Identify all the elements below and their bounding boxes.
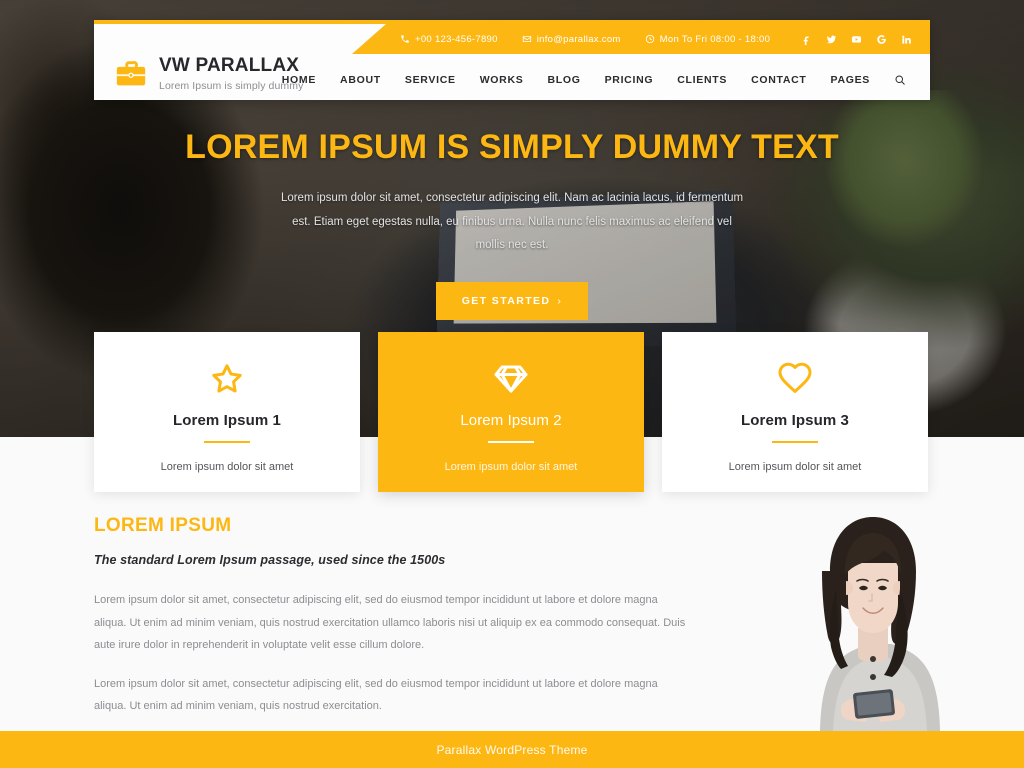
about-text-block: LOREM IPSUM The standard Lorem Ipsum pas… — [94, 515, 694, 718]
phone-info[interactable]: +00 123-456-7890 — [400, 34, 498, 45]
feature-card-description: Lorem ipsum dolor sit amet — [728, 461, 862, 473]
main-navigation: HOME ABOUT SERVICE WORKS BLOG PRICING CL… — [270, 68, 910, 92]
youtube-icon[interactable] — [851, 34, 862, 45]
facebook-icon[interactable] — [801, 34, 812, 45]
feature-card-1[interactable]: Lorem Ipsum 1 Lorem ipsum dolor sit amet — [94, 332, 360, 492]
feature-cards: Lorem Ipsum 1 Lorem ipsum dolor sit amet… — [94, 332, 930, 492]
about-paragraph-2: Lorem ipsum dolor sit amet, consectetur … — [94, 677, 658, 713]
star-icon — [94, 358, 360, 400]
nav-item-clients[interactable]: CLIENTS — [665, 68, 739, 92]
nav-item-works[interactable]: WORKS — [468, 68, 536, 92]
nav-item-about[interactable]: ABOUT — [328, 68, 393, 92]
hero-description: Lorem ipsum dolor sit amet, consectetur … — [280, 192, 744, 252]
briefcase-icon — [114, 57, 148, 91]
feature-card-description: Lorem ipsum dolor sit amet — [444, 461, 578, 473]
linkedin-icon[interactable] — [901, 34, 912, 45]
clock-icon — [645, 34, 655, 44]
feature-card-description: Lorem ipsum dolor sit amet — [160, 461, 294, 473]
phone-number: +00 123-456-7890 — [415, 33, 498, 45]
nav-item-blog[interactable]: BLOG — [535, 68, 592, 92]
feature-card-2[interactable]: Lorem Ipsum 2 Lorem ipsum dolor sit amet — [378, 332, 644, 492]
search-icon[interactable] — [882, 68, 910, 92]
about-heading: LOREM IPSUM — [94, 515, 232, 536]
envelope-icon — [522, 34, 532, 44]
feature-card-title: Lorem Ipsum 3 — [741, 412, 849, 429]
woman-with-phone-photo — [758, 493, 988, 731]
about-paragraph-1: Lorem ipsum dolor sit amet, consectetur … — [94, 594, 686, 652]
top-contact-bar: +00 123-456-7890 info@parallax.com Mon T… — [352, 24, 930, 54]
feature-card-title: Lorem Ipsum 1 — [173, 412, 281, 429]
feature-card-title: Lorem Ipsum 2 — [460, 412, 562, 429]
nav-item-pricing[interactable]: PRICING — [593, 68, 666, 92]
diamond-icon — [378, 358, 644, 400]
get-started-button[interactable]: GET STARTED › — [435, 281, 589, 320]
site-header: +00 123-456-7890 info@parallax.com Mon T… — [94, 20, 930, 100]
page-title: LOREM IPSUM IS SIMPLY DUMMY TEXT — [185, 128, 839, 166]
phone-icon — [400, 34, 410, 44]
chevron-right-icon: › — [557, 294, 563, 307]
email-info[interactable]: info@parallax.com — [522, 34, 621, 45]
about-subtitle: The standard Lorem Ipsum passage, used s… — [94, 553, 446, 567]
site-footer: Parallax WordPress Theme — [0, 731, 1024, 768]
feature-divider — [772, 441, 818, 443]
google-icon[interactable] — [876, 34, 887, 45]
get-started-label: GET STARTED — [461, 294, 551, 307]
twitter-icon[interactable] — [826, 34, 837, 45]
nav-item-service[interactable]: SERVICE — [393, 68, 468, 92]
nav-item-home[interactable]: HOME — [270, 68, 328, 92]
hero-content: LOREM IPSUM IS SIMPLY DUMMY TEXT Lorem i… — [0, 128, 1024, 320]
feature-divider — [488, 441, 534, 443]
business-hours: Mon To Fri 08:00 - 18:00 — [659, 33, 771, 45]
nav-item-contact[interactable]: CONTACT — [739, 68, 818, 92]
feature-card-3[interactable]: Lorem Ipsum 3 Lorem ipsum dolor sit amet — [662, 332, 928, 492]
email-address: info@parallax.com — [536, 33, 621, 45]
hours-info: Mon To Fri 08:00 - 18:00 — [645, 34, 771, 45]
heart-icon — [662, 358, 928, 400]
footer-text: Parallax WordPress Theme — [436, 742, 588, 757]
social-links — [801, 34, 930, 45]
nav-item-pages[interactable]: PAGES — [819, 68, 882, 92]
feature-divider — [204, 441, 250, 443]
